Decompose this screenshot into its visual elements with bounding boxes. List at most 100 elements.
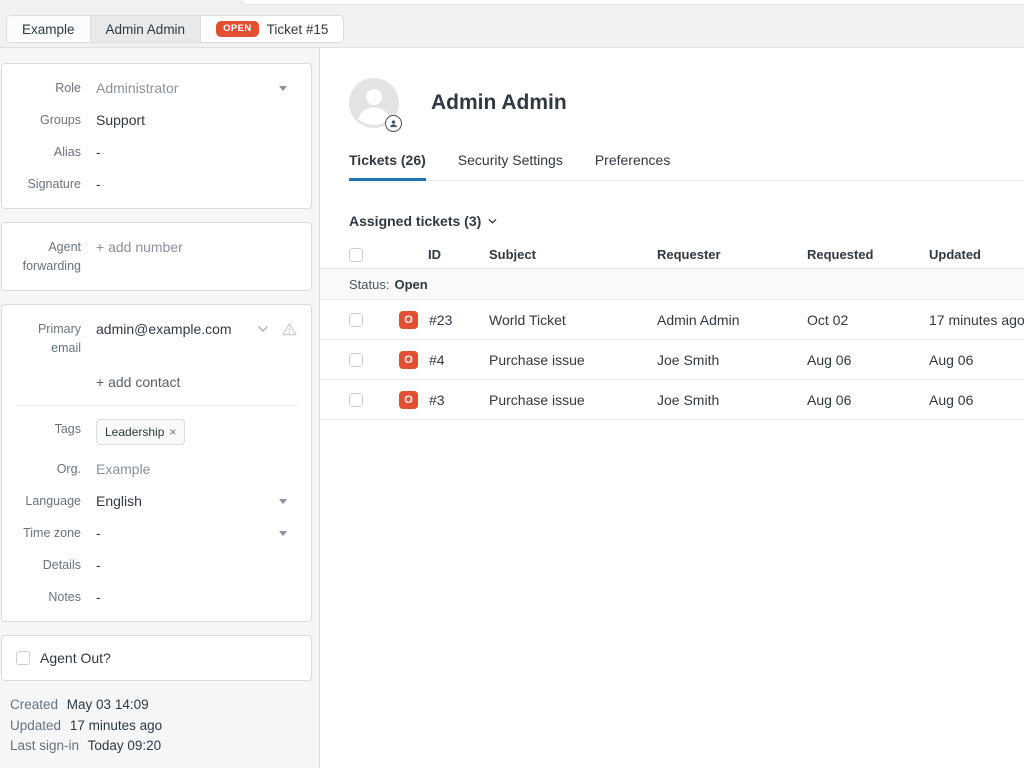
groups-value[interactable]: Support [96,110,297,130]
agent-out-label: Agent Out? [40,650,111,666]
profile-tabs: Tickets (26) Security Settings Preferenc… [349,152,1024,181]
ticket-updated: Aug 06 [929,392,1024,408]
field-tags: Tags Leadership × [16,419,297,445]
ticket-requested: Aug 06 [807,352,929,368]
field-signature: Signature - [16,174,297,194]
field-notes: Notes - [16,587,297,607]
col-id: ID [399,247,489,262]
ticket-row-23[interactable]: O #23 World Ticket Admin Admin Oct 02 17… [320,300,1024,340]
row-checkbox[interactable] [349,393,363,407]
ticket-subject[interactable]: Purchase issue [489,392,657,408]
card-divider [16,405,297,406]
field-add-contact: + add contact [16,372,297,392]
window-tab-bar: Example Admin Admin OPEN Ticket #15 [0,5,1024,48]
role-label: Role [16,78,81,98]
details-value[interactable]: - [96,555,297,575]
window-tab-label: Ticket #15 [267,22,329,37]
ticket-id: #4 [429,352,445,368]
ticket-subject[interactable]: Purchase issue [489,352,657,368]
add-number-link[interactable]: + add number [96,237,297,257]
primary-email-value[interactable]: admin@example.com [96,319,249,339]
ticket-requested: Aug 06 [807,392,929,408]
tab-tickets[interactable]: Tickets (26) [349,152,426,181]
profile-header: Admin Admin [320,48,1024,128]
field-details: Details - [16,555,297,575]
email-icons [257,319,297,336]
language-select[interactable]: English [96,491,271,511]
chevron-down-icon[interactable] [257,323,269,335]
alias-label: Alias [16,142,81,162]
alias-value[interactable]: - [96,142,297,162]
main-panel: Admin Admin Tickets (26) Security Settin… [320,48,1024,768]
details-label: Details [16,555,81,575]
org-value[interactable]: Example [96,459,297,479]
language-label: Language [16,491,81,511]
ticket-row-4[interactable]: O #4 Purchase issue Joe Smith Aug 06 Aug… [320,340,1024,380]
tag-pill[interactable]: Leadership × [96,419,185,445]
page-title: Admin Admin [431,91,567,115]
col-requester: Requester [657,247,807,262]
ticket-status-open-icon: O [399,391,418,409]
row-checkbox[interactable] [349,313,363,327]
field-role: Role Administrator [16,78,297,98]
col-subject: Subject [489,247,657,262]
profile-card: Role Administrator Groups Support Alias … [1,63,312,209]
ticket-requester: Admin Admin [657,312,807,328]
agent-forwarding-card: Agent forwarding + add number [1,222,312,291]
ticket-row-3[interactable]: O #3 Purchase issue Joe Smith Aug 06 Aug… [320,380,1024,420]
timezone-label: Time zone [16,523,81,543]
ticket-id: #23 [429,312,452,328]
field-timezone: Time zone - [16,523,297,543]
select-all-checkbox[interactable] [349,248,363,262]
chevron-down-icon [487,216,498,227]
col-requested: Requested [807,247,929,262]
caret-down-icon [279,86,287,91]
tags-label: Tags [16,419,81,439]
meta-updated: Updated 17 minutes ago [10,716,319,737]
assigned-tickets-heading[interactable]: Assigned tickets (3) [349,213,1024,229]
org-label: Org. [16,459,81,479]
agent-badge-icon [385,115,402,132]
meta-last-signin: Last sign-in Today 09:20 [10,736,319,757]
warning-icon [282,322,297,336]
add-contact-link[interactable]: + add contact [96,372,297,392]
ticket-requester: Joe Smith [657,352,807,368]
field-language: Language English [16,491,297,511]
agent-out-checkbox[interactable] [16,651,30,665]
groups-label: Groups [16,110,81,130]
field-agent-forwarding: Agent forwarding + add number [16,237,297,276]
window-tab-example[interactable]: Example [7,16,90,42]
role-select[interactable]: Administrator [96,78,271,98]
window-tab-label: Example [22,22,75,37]
timezone-select[interactable]: - [96,523,271,543]
avatar [349,78,399,128]
user-meta: Created May 03 14:09 Updated 17 minutes … [10,695,319,757]
field-alias: Alias - [16,142,297,162]
tickets-table-header: ID Subject Requester Requested Updated [320,241,1024,269]
ticket-subject[interactable]: World Ticket [489,312,657,328]
header-remnant-panel [241,0,1024,5]
signature-label: Signature [16,174,81,194]
ticket-id: #3 [429,392,445,408]
tab-preferences[interactable]: Preferences [595,152,670,180]
meta-created: Created May 03 14:09 [10,695,319,716]
ticket-requested: Oct 02 [807,312,929,328]
ticket-updated: 17 minutes ago [929,312,1024,328]
window-tab-group: Example Admin Admin OPEN Ticket #15 [6,15,344,43]
caret-down-icon [279,499,287,504]
signature-value[interactable]: - [96,174,297,194]
notes-value[interactable]: - [96,587,297,607]
tab-security-settings[interactable]: Security Settings [458,152,563,180]
status-badge: OPEN [216,21,259,37]
ticket-status-open-icon: O [399,311,418,329]
contact-card: Primary email admin@example.com + add co… [1,304,312,622]
remove-tag-icon[interactable]: × [169,422,176,442]
window-tab-ticket-15[interactable]: OPEN Ticket #15 [201,16,343,42]
row-checkbox[interactable] [349,353,363,367]
caret-down-icon [279,531,287,536]
primary-email-label: Primary email [16,319,81,358]
user-details-sidebar: Role Administrator Groups Support Alias … [0,48,320,768]
status-group-value: Open [394,277,427,292]
field-primary-email: Primary email admin@example.com [16,319,297,358]
window-tab-admin-admin[interactable]: Admin Admin [90,16,202,42]
